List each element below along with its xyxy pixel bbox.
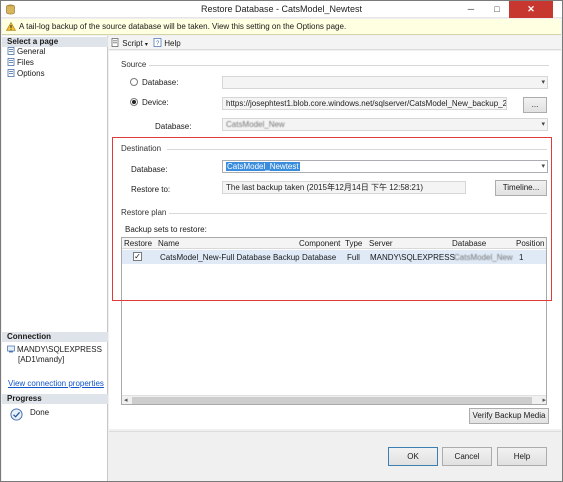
restore-plan-divider	[169, 213, 547, 214]
general-page-content: Source Database: ▾ Device: https://josep…	[109, 51, 561, 429]
device-path-field: https://josephtest1.blob.core.windows.ne…	[222, 97, 507, 110]
warning-icon	[6, 22, 16, 31]
script-label: Script	[122, 39, 143, 48]
source-backup-database-dropdown[interactable]: CatsModel_New ▾	[222, 118, 548, 131]
dialog-footer: OK Cancel Help	[109, 431, 561, 481]
table-row[interactable]: ✓ CatsModel_New-Full Database Backup Dat…	[122, 250, 546, 264]
source-divider	[149, 65, 549, 66]
source-database-label: Database:	[155, 122, 192, 131]
toolbar: Script ▾ ? Help	[109, 36, 561, 50]
page-icon	[7, 69, 15, 77]
page-item-label: Options	[17, 69, 45, 78]
source-backup-database-value: CatsModel_New	[226, 120, 285, 129]
help-icon: ?	[153, 38, 162, 47]
column-header-position[interactable]: Position	[516, 239, 544, 248]
chevron-down-icon[interactable]: ▾	[145, 42, 148, 48]
column-header-type[interactable]: Type	[345, 239, 362, 248]
title-bar: Restore Database - CatsModel_Newtest ─ □…	[1, 1, 562, 18]
restore-plan-section-label: Restore plan	[121, 208, 167, 217]
scroll-left-icon[interactable]: ◂	[124, 396, 128, 404]
database-radio-label: Database:	[142, 78, 179, 87]
restore-database-dialog: Restore Database - CatsModel_Newtest ─ □…	[0, 0, 563, 482]
destination-database-value: CatsModel_Newtest	[226, 162, 300, 171]
info-message: A tail-log backup of the source database…	[19, 22, 347, 31]
info-bar: A tail-log backup of the source database…	[2, 19, 561, 35]
view-connection-properties-link[interactable]: View connection properties	[8, 379, 104, 388]
row-position: 1	[519, 253, 524, 262]
help-label: Help	[164, 39, 181, 48]
destination-section-label: Destination	[121, 144, 162, 153]
source-section-label: Source	[121, 60, 147, 69]
connection-server: MANDY\SQLEXPRESS	[7, 345, 102, 355]
column-header-database[interactable]: Database	[452, 239, 486, 248]
row-server: MANDY\SQLEXPRESS	[370, 253, 455, 262]
row-database: CatsModel_New	[454, 253, 513, 262]
chevron-down-icon: ▾	[541, 79, 545, 86]
page-icon	[7, 47, 15, 55]
destination-database-label: Database:	[131, 165, 168, 174]
browse-device-button[interactable]: ...	[523, 97, 547, 113]
select-page-header: Select a page	[2, 37, 108, 47]
progress-status: Done	[30, 408, 50, 417]
maximize-button[interactable]: □	[485, 1, 509, 18]
page-icon	[7, 58, 15, 66]
page-item-files[interactable]: Files	[7, 58, 34, 68]
restore-checkbox[interactable]: ✓	[133, 252, 142, 261]
progress-header: Progress	[2, 394, 108, 404]
destination-divider	[167, 149, 547, 150]
row-type: Full	[347, 253, 360, 262]
minimize-button[interactable]: ─	[459, 1, 483, 18]
scrollbar-thumb[interactable]	[132, 397, 532, 404]
column-header-server[interactable]: Server	[369, 239, 393, 248]
verify-backup-media-button[interactable]: Verify Backup Media	[469, 408, 549, 424]
ok-button[interactable]: OK	[388, 447, 438, 466]
grid-header: Restore Name Component Type Server Datab…	[122, 238, 546, 249]
column-header-name[interactable]: Name	[158, 239, 179, 248]
help-button[interactable]: ? Help	[153, 38, 181, 48]
help-footer-button[interactable]: Help	[497, 447, 547, 466]
page-item-label: Files	[17, 58, 34, 67]
page-item-general[interactable]: General	[7, 47, 45, 57]
cancel-button[interactable]: Cancel	[442, 447, 492, 466]
close-button[interactable]: ✕	[509, 1, 553, 18]
restore-to-label: Restore to:	[131, 185, 171, 194]
script-button[interactable]: Script ▾	[111, 38, 148, 48]
page-selector-pane: Select a page General Files Options Conn…	[2, 36, 108, 481]
scroll-right-icon[interactable]: ▸	[542, 396, 546, 404]
database-radio[interactable]	[130, 78, 138, 86]
timeline-button[interactable]: Timeline...	[495, 180, 547, 196]
page-item-label: General	[17, 47, 46, 56]
column-header-restore[interactable]: Restore	[124, 239, 152, 248]
restore-to-field: The last backup taken (2015年12月14日 下午 12…	[222, 181, 466, 194]
row-name: CatsModel_New-Full Database Backup	[160, 253, 300, 262]
destination-database-dropdown[interactable]: CatsModel_Newtest ▾	[222, 160, 548, 173]
page-item-options[interactable]: Options	[7, 69, 45, 79]
connection-header: Connection	[2, 332, 108, 342]
backup-sets-label: Backup sets to restore:	[125, 225, 207, 234]
source-database-dropdown[interactable]: ▾	[222, 76, 548, 89]
device-radio-label: Device:	[142, 98, 169, 107]
server-connection-icon	[7, 345, 15, 353]
chevron-down-icon: ▾	[541, 163, 545, 170]
column-header-component[interactable]: Component	[299, 239, 340, 248]
progress-done-icon	[10, 408, 23, 421]
connection-user: [AD1\mandy]	[18, 355, 65, 364]
horizontal-scrollbar[interactable]: ◂ ▸	[122, 395, 546, 404]
script-icon	[111, 38, 119, 47]
device-radio[interactable]	[130, 98, 138, 106]
backup-sets-grid[interactable]: Restore Name Component Type Server Datab…	[121, 237, 547, 405]
row-component: Database	[302, 253, 337, 262]
chevron-down-icon: ▾	[541, 121, 545, 128]
